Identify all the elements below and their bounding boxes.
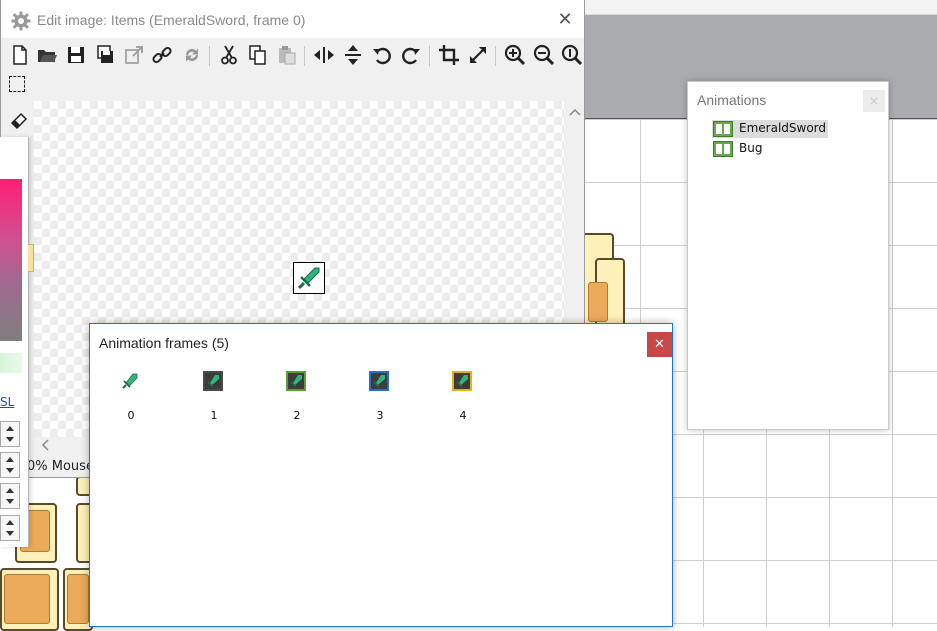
refresh-icon[interactable] [181, 44, 203, 66]
frame-thumbnail [203, 371, 223, 391]
link-icon[interactable] [151, 44, 173, 66]
copy-icon[interactable] [247, 44, 269, 66]
animation-item-bug[interactable]: Bug [712, 140, 776, 158]
edit-window-title: Edit image: Items (EmeraldSword, frame 0… [37, 12, 306, 28]
emerald-sword-icon [456, 375, 468, 388]
new-icon[interactable] [9, 44, 31, 66]
map-tile-face [588, 282, 608, 322]
toolbar-separator [495, 46, 496, 66]
zoom-actual-icon[interactable] [561, 44, 583, 66]
frame-number: 0 [127, 409, 135, 422]
eraser-icon[interactable] [9, 110, 29, 130]
flip-horizontal-icon[interactable] [313, 44, 335, 66]
film-icon [713, 141, 733, 157]
frame-2[interactable]: 2 [277, 371, 317, 422]
cut-icon[interactable] [218, 44, 240, 66]
frame-number: 2 [293, 409, 301, 422]
frame-thumbnail [369, 371, 389, 391]
frame-thumbnail [452, 371, 472, 391]
edit-window-titlebar[interactable]: Edit image: Items (EmeraldSword, frame 0… [1, 0, 584, 38]
close-dialog-button[interactable]: ✕ [647, 332, 672, 357]
frame-number: 4 [459, 409, 467, 422]
animations-panel-title: Animations [697, 92, 767, 108]
frame-0[interactable]: 0 [111, 371, 151, 422]
frame-thumbnail [120, 371, 140, 391]
emerald-sword-icon [297, 267, 320, 290]
flip-vertical-icon[interactable] [342, 44, 364, 66]
zoom-in-icon[interactable] [504, 44, 526, 66]
frame-1[interactable]: 1 [194, 371, 234, 422]
color-swatch[interactable] [0, 353, 22, 373]
animations-panel: Animations × EmeraldSword Bug [687, 81, 889, 430]
tool-column [5, 74, 33, 134]
frame-thumbnail [286, 371, 306, 391]
animation-item-label: Bug [739, 141, 763, 155]
frames-dialog-title: Animation frames (5) [99, 335, 229, 351]
gear-icon [11, 11, 31, 31]
close-window-button[interactable]: ✕ [556, 11, 574, 29]
toolbar-separator [304, 46, 305, 66]
toolbar-separator [209, 46, 210, 66]
emerald-sword-icon [122, 373, 138, 389]
animation-frames-dialog: Animation frames (5) ✕ 0 1 2 3 4 [89, 323, 673, 627]
spinner-saturation[interactable] [0, 452, 20, 478]
image-toolbar [1, 40, 584, 70]
spinner-lightness[interactable] [0, 483, 20, 509]
color-gradient[interactable] [0, 179, 22, 341]
paste-icon[interactable] [276, 44, 298, 66]
spinner-alpha[interactable] [0, 515, 20, 541]
sprite-preview[interactable] [293, 262, 325, 294]
rotate-right-icon[interactable] [400, 44, 422, 66]
save-icon[interactable] [65, 44, 87, 66]
scroll-up-icon[interactable] [569, 107, 581, 117]
emerald-sword-icon [290, 375, 302, 388]
open-icon[interactable] [36, 44, 58, 66]
spinner-hue[interactable] [0, 421, 20, 447]
color-picker-panel: SL [0, 137, 29, 547]
frame-number: 1 [210, 409, 218, 422]
select-rect-icon[interactable] [9, 76, 25, 92]
animation-item-label: EmeraldSword [739, 121, 827, 135]
crop-icon[interactable] [438, 44, 460, 66]
resize-icon[interactable] [467, 44, 489, 66]
zoom-out-icon[interactable] [533, 44, 555, 66]
map-tile-face [67, 574, 89, 624]
film-icon [713, 121, 733, 137]
frame-4[interactable]: 4 [443, 371, 483, 422]
emerald-sword-icon [373, 375, 385, 388]
rotate-left-icon[interactable] [371, 44, 393, 66]
status-text: 0% Mouse [27, 459, 94, 474]
emerald-sword-icon [207, 375, 219, 388]
toolbar-separator [429, 46, 430, 66]
close-panel-button[interactable]: × [863, 90, 885, 112]
hsl-link[interactable]: SL [0, 395, 14, 409]
frame-number: 3 [376, 409, 384, 422]
save-as-icon[interactable] [94, 44, 116, 66]
export-icon[interactable] [123, 44, 145, 66]
frame-3[interactable]: 3 [360, 371, 400, 422]
map-tile-face [4, 574, 50, 624]
color-picker-handle[interactable] [28, 244, 34, 272]
animation-item-emerald-sword[interactable]: EmeraldSword [712, 120, 828, 138]
scroll-left-icon[interactable] [40, 439, 50, 451]
